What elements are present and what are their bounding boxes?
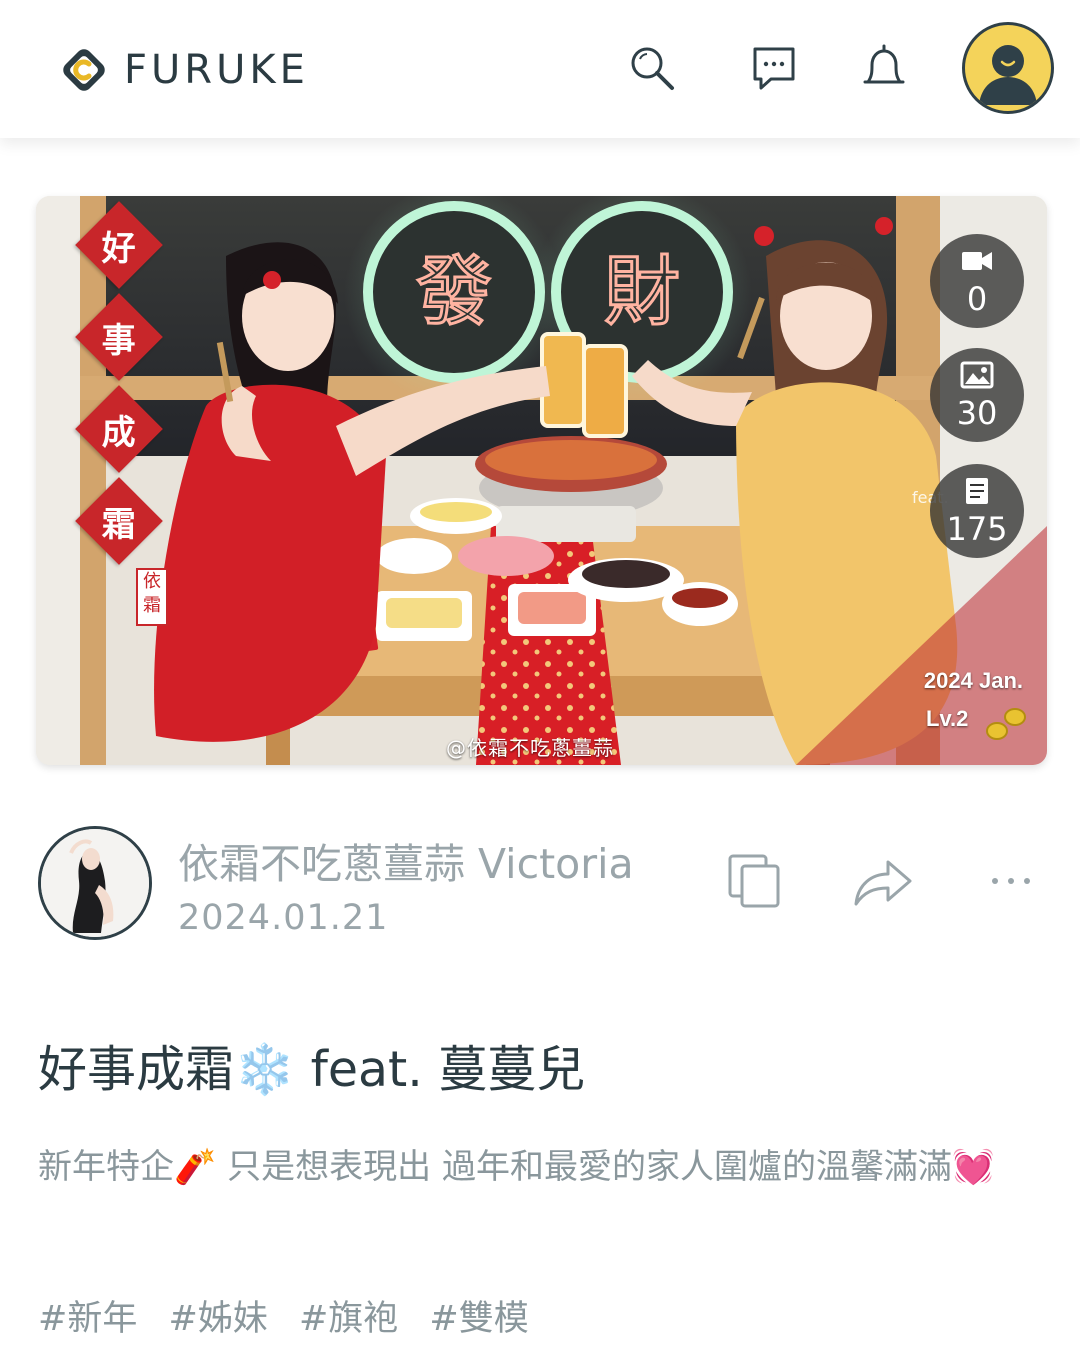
ribbon-char-text: 霜 <box>102 504 136 545</box>
copy-button[interactable] <box>720 846 790 916</box>
cover-photo: 發 財 <box>36 196 1047 765</box>
image-icon <box>960 361 994 389</box>
post-count: 175 <box>946 510 1008 548</box>
author-photo <box>41 829 149 937</box>
more-options-button[interactable] <box>976 846 1046 916</box>
image-count: 30 <box>956 394 998 432</box>
video-count-badge: 0 <box>930 234 1024 328</box>
hashtag[interactable]: #姊妹 <box>168 1299 267 1339</box>
ribbon-char: 霜 <box>75 477 163 565</box>
ribbon-char-text: 事 <box>102 320 136 361</box>
more-icon <box>992 878 1030 884</box>
hashtag-list: #新年 #姊妹 #旗袍 #雙模 <box>38 1290 549 1341</box>
copy-icon <box>728 854 780 908</box>
profile-avatar-button[interactable] <box>962 22 1054 114</box>
logo-mark-icon <box>63 49 105 91</box>
bell-icon <box>863 44 905 84</box>
chat-icon <box>753 47 795 90</box>
video-icon <box>962 252 992 270</box>
avatar-icon <box>979 45 1037 105</box>
share-icon <box>854 860 912 906</box>
search-icon <box>631 47 674 90</box>
vertical-title-ribbon: 好 事 成 霜 <box>74 201 174 582</box>
cover-date-label: 2024 Jan. <box>923 668 1023 693</box>
post-count-badge: 175 <box>930 464 1024 558</box>
post-title: 好事成霜❄️ feat. 蔓蔓兒 <box>38 1041 586 1098</box>
svg-text:財: 財 <box>604 247 680 336</box>
level-label: Lv.2 <box>926 706 969 731</box>
coin-icon <box>986 722 1008 740</box>
post-date: 2024.01.21 <box>178 898 389 938</box>
logo-text: FURUKE <box>124 47 309 93</box>
search-button[interactable] <box>624 40 680 96</box>
video-count: 0 <box>966 280 988 318</box>
hashtag[interactable]: #旗袍 <box>299 1299 398 1339</box>
ribbon-char: 成 <box>75 385 163 473</box>
coin-icon <box>1004 708 1026 726</box>
hashtag[interactable]: #新年 <box>38 1299 137 1339</box>
furuke-logo[interactable]: FURUKE <box>58 44 309 96</box>
post-description: 新年特企🧨 只是想表現出 過年和最愛的家人圍爐的溫馨滿滿💓 <box>38 1147 995 1187</box>
post-icon <box>966 478 988 504</box>
seal-stamp: 依霜 <box>136 568 168 626</box>
image-count-badge: 30 <box>930 348 1024 442</box>
photo-watermark: @依霜不吃蔥薑蒜 <box>446 736 614 760</box>
svg-text:發: 發 <box>416 247 492 336</box>
hashtag[interactable]: #雙模 <box>429 1299 528 1339</box>
share-button[interactable] <box>846 846 916 916</box>
post-cover-image[interactable]: 發 財 好 事 成 霜 依霜 @依霜不吃蔥薑蒜 feat. 0 30 175 2… <box>36 196 1047 765</box>
ribbon-char: 好 <box>75 201 163 289</box>
ribbon-char: 事 <box>75 293 163 381</box>
ribbon-char-text: 好 <box>102 228 136 269</box>
author-name[interactable]: 依霜不吃蔥薑蒜 Victoria <box>178 830 634 890</box>
ribbon-char-text: 成 <box>102 412 136 453</box>
messages-button[interactable] <box>746 40 802 96</box>
notifications-button[interactable] <box>856 40 912 96</box>
top-app-bar: FURUKE <box>0 0 1080 138</box>
author-avatar[interactable] <box>38 826 152 940</box>
